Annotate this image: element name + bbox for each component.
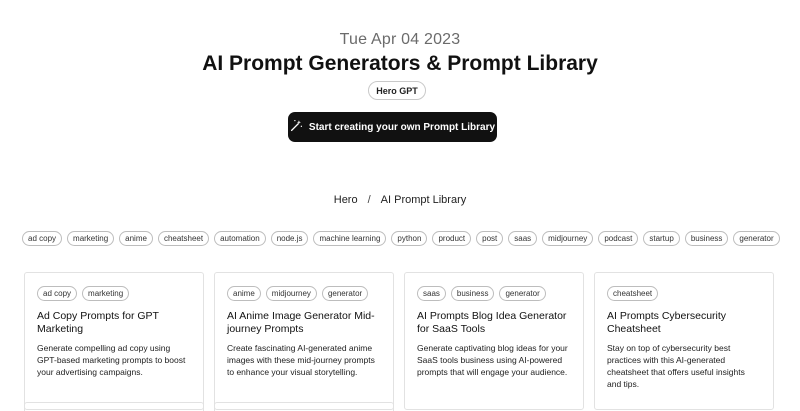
publish-date: Tue Apr 04 2023 [339,31,461,48]
tag-filter-list: ad copy marketing anime cheatsheet autom… [22,231,782,246]
start-library-label: Start creating your own Prompt Library [308,121,496,133]
prompt-card[interactable]: ad copy marketing Ad Copy Prompts for GP… [24,272,204,410]
card-description: Stay on top of cybersecurity best practi… [607,343,745,389]
card-tag-list: anime midjourney generator [227,286,381,301]
tag-saas[interactable]: saas [508,231,538,246]
card-tag[interactable]: saas [417,286,446,301]
card-tag[interactable]: generator [321,286,369,301]
tag-nodejs[interactable]: node.js [270,231,309,246]
card-tag-list: saas business generator [417,286,571,301]
tag-business[interactable]: business [684,231,729,246]
tag-ad-copy[interactable]: ad copy [22,231,63,246]
card-description: Generate captivating blog ideas for your… [417,343,568,377]
card-title[interactable]: AI Prompts Blog Idea Generator for SaaS … [417,310,571,336]
page-title: AI Prompt Generators & Prompt Library [202,52,598,75]
card-tag[interactable]: ad copy [37,286,78,301]
breadcrumb-separator: / [367,194,371,206]
tag-product[interactable]: product [432,231,472,246]
magic-wand-icon [290,119,303,135]
card-tag[interactable]: anime [227,286,261,301]
prompt-card[interactable]: anime midjourney generator AI Anime Imag… [214,272,394,410]
card-tag[interactable]: business [450,286,495,301]
tag-generator[interactable]: generator [733,231,780,246]
card-title[interactable]: AI Anime Image Generator Mid-journey Pro… [227,310,381,336]
prompt-card[interactable] [24,402,204,411]
tag-marketing[interactable]: marketing [67,231,115,246]
prompt-card-grid: ad copy marketing Ad Copy Prompts for GP… [24,272,774,410]
author-badge[interactable]: Hero GPT [368,81,426,100]
start-library-button[interactable]: Start creating your own Prompt Library [288,112,497,142]
breadcrumb-current: AI Prompt Library [380,194,467,206]
card-description: Create fascinating AI-generated anime im… [227,343,375,377]
tag-post[interactable]: post [476,231,504,246]
tag-podcast[interactable]: podcast [598,231,639,246]
tag-machine-learning[interactable]: machine learning [313,231,387,246]
card-tag-list: ad copy marketing [37,286,191,301]
card-tag[interactable]: cheatsheet [607,286,659,301]
card-tag[interactable]: midjourney [265,286,317,301]
prompt-card[interactable]: saas business generator AI Prompts Blog … [404,272,584,410]
card-tag[interactable]: generator [499,286,546,301]
prompt-card-row-2 [24,402,774,411]
prompt-card[interactable]: cheatsheet AI Prompts Cybersecurity Chea… [594,272,774,410]
card-tag-list: cheatsheet [607,286,761,301]
tag-python[interactable]: python [391,231,428,246]
tag-midjourney[interactable]: midjourney [542,231,594,246]
tag-cheatsheet[interactable]: cheatsheet [157,231,210,246]
card-description: Generate compelling ad copy using GPT-ba… [37,343,186,377]
prompt-card[interactable] [214,402,394,411]
breadcrumb: Hero / AI Prompt Library [0,194,800,206]
card-title[interactable]: Ad Copy Prompts for GPT Marketing [37,310,191,336]
tag-anime[interactable]: anime [119,231,153,246]
tag-automation[interactable]: automation [214,231,266,246]
breadcrumb-home[interactable]: Hero [334,194,358,206]
tag-startup[interactable]: startup [643,231,680,246]
card-tag[interactable]: marketing [82,286,130,301]
card-title[interactable]: AI Prompts Cybersecurity Cheatsheet [607,310,761,336]
